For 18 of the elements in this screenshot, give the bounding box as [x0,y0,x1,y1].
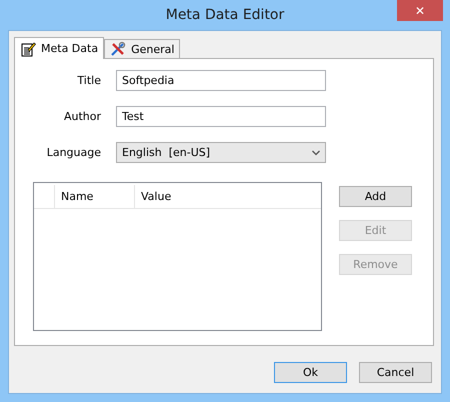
column-header[interactable]: Name [61,190,94,203]
notepad-pencil-icon [20,40,36,56]
column-header[interactable]: Value [141,190,172,203]
dialog-button[interactable]: Ok [274,362,347,383]
field-label: Author [62,110,102,123]
window-title: Meta Data Editor [166,7,284,23]
field-label: Title [76,74,102,87]
language-dropdown[interactable]: English [en-US] [116,142,326,163]
dialog-button[interactable]: Cancel [359,362,432,383]
wrench-screwdriver-icon [110,41,126,57]
tab[interactable]: Meta Data [14,37,104,59]
field-label: Language [46,146,102,159]
action-button[interactable]: Add [339,186,412,207]
text-field[interactable]: Test [116,106,326,127]
text-field[interactable]: Softpedia [116,70,326,91]
tab[interactable]: General [104,39,180,58]
close-button[interactable]: ✕ [397,0,443,21]
chevron-down-icon [312,150,320,156]
